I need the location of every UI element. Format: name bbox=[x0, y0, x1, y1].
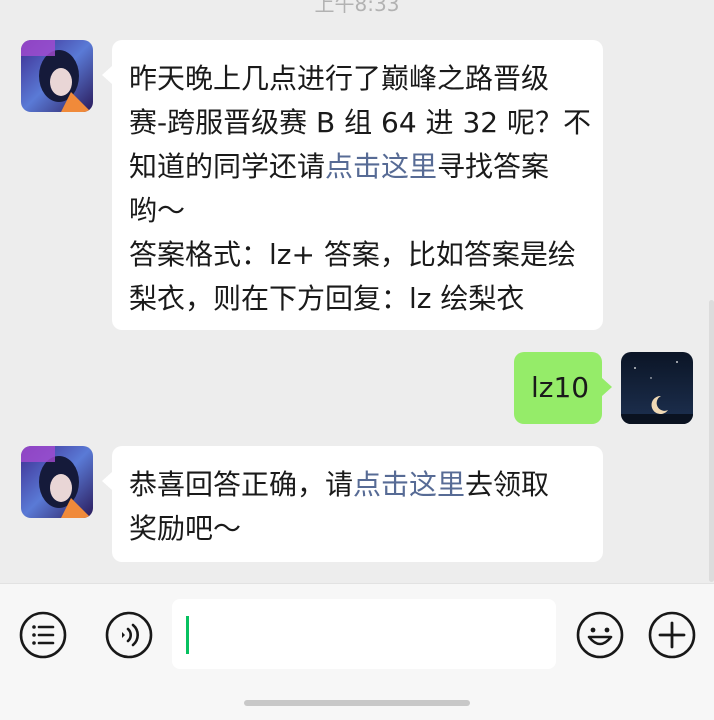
message-text: 恭喜回答正确，请 bbox=[129, 468, 354, 501]
avatar-game[interactable] bbox=[21, 40, 93, 112]
moon-avatar-image bbox=[621, 352, 693, 424]
message-line: lz10 bbox=[531, 371, 590, 404]
message-bubble-result[interactable]: 恭喜回答正确，请点击这里去领取 奖励吧～ bbox=[102, 446, 603, 562]
message-line: 答案格式：lz+ 答案，比如答案是绘 bbox=[129, 238, 576, 271]
timestamp: 上午8:33 bbox=[314, 0, 400, 16]
avatar-game[interactable] bbox=[21, 446, 93, 518]
message-line: 赛-跨服晋级赛 B 组 64 进 32 呢？不 bbox=[129, 106, 591, 139]
message-bubble-reply[interactable]: lz10 bbox=[514, 352, 612, 424]
message-text: 知道的同学还请 bbox=[129, 150, 326, 183]
message-line: 知道的同学还请点击这里寻找答案 bbox=[129, 145, 587, 189]
avatar-self[interactable] bbox=[621, 352, 693, 424]
text-caret bbox=[186, 616, 189, 654]
voice-button[interactable] bbox=[105, 611, 153, 659]
scrollbar[interactable] bbox=[709, 300, 714, 582]
message-line: 奖励吧～ bbox=[129, 512, 242, 545]
message-input[interactable] bbox=[172, 599, 556, 669]
message-bubble-question[interactable]: 昨天晚上几点进行了巅峰之路晋级 赛-跨服晋级赛 B 组 64 进 32 呢？不 … bbox=[102, 40, 603, 330]
reward-link[interactable]: 点击这里 bbox=[353, 468, 465, 501]
message-line: 昨天晚上几点进行了巅峰之路晋级 bbox=[129, 62, 550, 95]
message-text: 寻找答案 bbox=[437, 150, 550, 183]
message-line: 恭喜回答正确，请点击这里去领取 bbox=[129, 463, 587, 507]
menu-list-icon bbox=[19, 611, 67, 659]
message-line: 梨衣，则在下方回复：lz 绘梨衣 bbox=[129, 282, 525, 315]
message-line: 哟～ bbox=[129, 194, 186, 227]
plus-icon bbox=[648, 611, 696, 659]
emoji-button[interactable] bbox=[576, 611, 624, 659]
answer-link[interactable]: 点击这里 bbox=[325, 150, 437, 183]
emoji-icon bbox=[576, 611, 624, 659]
game-avatar-image bbox=[21, 40, 93, 112]
game-avatar-image bbox=[21, 446, 93, 518]
more-button[interactable] bbox=[648, 611, 696, 659]
message-text: 去领取 bbox=[465, 468, 550, 501]
menu-button[interactable] bbox=[19, 611, 67, 659]
voice-icon bbox=[105, 611, 153, 659]
home-indicator[interactable] bbox=[244, 700, 470, 706]
input-toolbar bbox=[0, 583, 714, 720]
